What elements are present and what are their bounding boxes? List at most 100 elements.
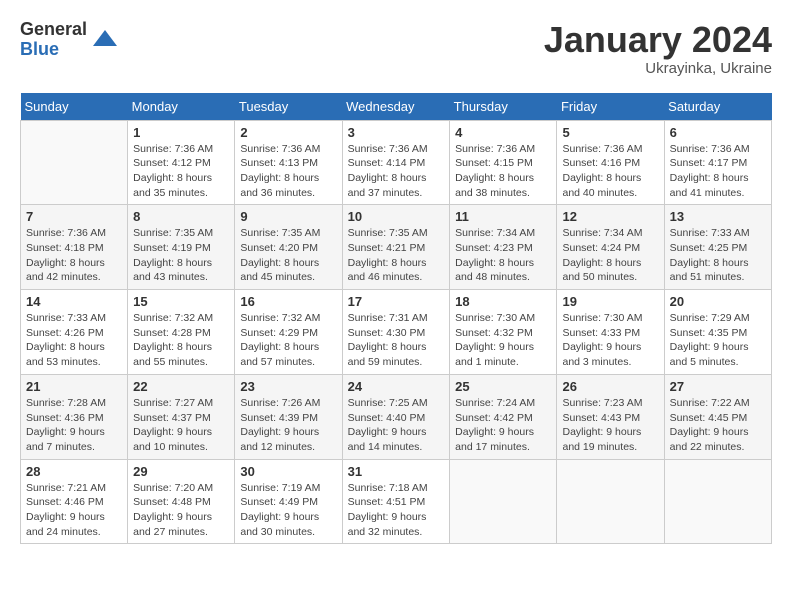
day-detail: Sunrise: 7:26 AMSunset: 4:39 PMDaylight:… [240,396,336,455]
calendar-cell: 17 Sunrise: 7:31 AMSunset: 4:30 PMDayligh… [342,290,450,375]
day-detail: Sunrise: 7:35 AMSunset: 4:21 PMDaylight:… [348,226,445,285]
day-number: 5 [562,125,658,140]
calendar-cell: 18Sunrise: 7:30 AMSunset: 4:32 PMDayligh… [450,290,557,375]
day-detail: Sunrise: 7:20 AMSunset: 4:48 PMDaylight:… [133,481,229,540]
day-number: 20 [670,294,766,309]
calendar-cell: 15Sunrise: 7:32 AMSunset: 4:28 PMDayligh… [128,290,235,375]
day-detail: Sunrise: 7:35 AMSunset: 4:20 PMDaylight:… [240,226,336,285]
calendar-cell: 2 Sunrise: 7:36 AMSunset: 4:13 PMDaylight… [235,120,342,205]
title-block: January 2024 Ukrayinka, Ukraine [544,20,772,77]
day-number: 16 [240,294,336,309]
calendar-cell: 5 Sunrise: 7:36 AMSunset: 4:16 PMDaylight… [557,120,664,205]
logo-blue: Blue [20,40,87,60]
calendar-cell [557,459,664,544]
day-detail: Sunrise: 7:34 AMSunset: 4:24 PMDaylight:… [562,226,658,285]
calendar-cell: 10 Sunrise: 7:35 AMSunset: 4:21 PMDayligh… [342,205,450,290]
day-detail: Sunrise: 7:35 AMSunset: 4:19 PMDaylight:… [133,226,229,285]
calendar-cell: 29 Sunrise: 7:20 AMSunset: 4:48 PMDayligh… [128,459,235,544]
calendar-week-row: 1 Sunrise: 7:36 AMSunset: 4:12 PMDaylight… [21,120,772,205]
calendar-cell: 1 Sunrise: 7:36 AMSunset: 4:12 PMDaylight… [128,120,235,205]
calendar-cell: 25Sunrise: 7:24 AMSunset: 4:42 PMDayligh… [450,374,557,459]
day-detail: Sunrise: 7:30 AMSunset: 4:32 PMDaylight:… [455,311,551,370]
month-title: January 2024 [544,20,772,60]
day-number: 12 [562,209,658,224]
day-detail: Sunrise: 7:19 AMSunset: 4:49 PMDaylight:… [240,481,336,540]
day-number: 22 [133,379,229,394]
day-number: 28 [26,464,122,479]
day-number: 23 [240,379,336,394]
calendar-cell: 6 Sunrise: 7:36 AMSunset: 4:17 PMDaylight… [664,120,771,205]
day-detail: Sunrise: 7:23 AMSunset: 4:43 PMDaylight:… [562,396,658,455]
calendar-cell: 24 Sunrise: 7:25 AMSunset: 4:40 PMDayligh… [342,374,450,459]
day-number: 7 [26,209,122,224]
calendar-cell: 28 Sunrise: 7:21 AMSunset: 4:46 PMDayligh… [21,459,128,544]
calendar-cell: 13Sunrise: 7:33 AMSunset: 4:25 PMDayligh… [664,205,771,290]
calendar-cell: 14Sunrise: 7:33 AMSunset: 4:26 PMDayligh… [21,290,128,375]
day-detail: Sunrise: 7:36 AMSunset: 4:17 PMDaylight:… [670,142,766,201]
calendar-cell: 30 Sunrise: 7:19 AMSunset: 4:49 PMDayligh… [235,459,342,544]
day-number: 15 [133,294,229,309]
day-detail: Sunrise: 7:28 AMSunset: 4:36 PMDaylight:… [26,396,122,455]
day-detail: Sunrise: 7:27 AMSunset: 4:37 PMDaylight:… [133,396,229,455]
calendar-week-row: 14Sunrise: 7:33 AMSunset: 4:26 PMDayligh… [21,290,772,375]
calendar-cell: 8Sunrise: 7:35 AMSunset: 4:19 PMDaylight… [128,205,235,290]
day-number: 13 [670,209,766,224]
day-detail: Sunrise: 7:21 AMSunset: 4:46 PMDaylight:… [26,481,122,540]
calendar-cell: 12 Sunrise: 7:34 AMSunset: 4:24 PMDayligh… [557,205,664,290]
day-detail: Sunrise: 7:31 AMSunset: 4:30 PMDaylight:… [348,311,445,370]
calendar-cell: 27Sunrise: 7:22 AMSunset: 4:45 PMDayligh… [664,374,771,459]
day-detail: Sunrise: 7:36 AMSunset: 4:13 PMDaylight:… [240,142,336,201]
calendar-cell: 22 Sunrise: 7:27 AMSunset: 4:37 PMDayligh… [128,374,235,459]
day-number: 21 [26,379,122,394]
logo-general: General [20,20,87,40]
calendar-cell [21,120,128,205]
calendar-cell: 19Sunrise: 7:30 AMSunset: 4:33 PMDayligh… [557,290,664,375]
day-number: 9 [240,209,336,224]
logo-text: General Blue [20,20,87,60]
day-number: 11 [455,209,551,224]
day-number: 31 [348,464,445,479]
day-number: 10 [348,209,445,224]
weekday-header-monday: Monday [128,93,235,121]
calendar-table: SundayMondayTuesdayWednesdayThursdayFrid… [20,93,772,545]
day-detail: Sunrise: 7:34 AMSunset: 4:23 PMDaylight:… [455,226,551,285]
weekday-header-saturday: Saturday [664,93,771,121]
day-detail: Sunrise: 7:36 AMSunset: 4:16 PMDaylight:… [562,142,658,201]
logo: General Blue [20,20,119,60]
day-detail: Sunrise: 7:36 AMSunset: 4:14 PMDaylight:… [348,142,445,201]
logo-icon [91,26,119,54]
day-number: 19 [562,294,658,309]
calendar-cell: 31 Sunrise: 7:18 AMSunset: 4:51 PMDayligh… [342,459,450,544]
day-detail: Sunrise: 7:36 AMSunset: 4:12 PMDaylight:… [133,142,229,201]
weekday-header-tuesday: Tuesday [235,93,342,121]
day-number: 6 [670,125,766,140]
day-number: 29 [133,464,229,479]
calendar-cell: 7Sunrise: 7:36 AMSunset: 4:18 PMDaylight… [21,205,128,290]
calendar-cell: 16Sunrise: 7:32 AMSunset: 4:29 PMDayligh… [235,290,342,375]
calendar-cell: 26Sunrise: 7:23 AMSunset: 4:43 PMDayligh… [557,374,664,459]
day-detail: Sunrise: 7:18 AMSunset: 4:51 PMDaylight:… [348,481,445,540]
day-number: 1 [133,125,229,140]
day-number: 14 [26,294,122,309]
weekday-header-sunday: Sunday [21,93,128,121]
day-number: 30 [240,464,336,479]
day-number: 17 [348,294,445,309]
calendar-cell [450,459,557,544]
calendar-cell: 21 Sunrise: 7:28 AMSunset: 4:36 PMDayligh… [21,374,128,459]
weekday-header-wednesday: Wednesday [342,93,450,121]
day-detail: Sunrise: 7:25 AMSunset: 4:40 PMDaylight:… [348,396,445,455]
weekday-header-thursday: Thursday [450,93,557,121]
calendar-week-row: 28 Sunrise: 7:21 AMSunset: 4:46 PMDayligh… [21,459,772,544]
location-subtitle: Ukrayinka, Ukraine [544,60,772,77]
day-number: 24 [348,379,445,394]
weekday-header-friday: Friday [557,93,664,121]
day-number: 2 [240,125,336,140]
day-number: 3 [348,125,445,140]
calendar-cell: 9 Sunrise: 7:35 AMSunset: 4:20 PMDaylight… [235,205,342,290]
calendar-cell: 11 Sunrise: 7:34 AMSunset: 4:23 PMDayligh… [450,205,557,290]
calendar-cell: 23 Sunrise: 7:26 AMSunset: 4:39 PMDayligh… [235,374,342,459]
calendar-cell: 3 Sunrise: 7:36 AMSunset: 4:14 PMDaylight… [342,120,450,205]
day-detail: Sunrise: 7:24 AMSunset: 4:42 PMDaylight:… [455,396,551,455]
weekday-header-row: SundayMondayTuesdayWednesdayThursdayFrid… [21,93,772,121]
calendar-cell: 4Sunrise: 7:36 AMSunset: 4:15 PMDaylight… [450,120,557,205]
